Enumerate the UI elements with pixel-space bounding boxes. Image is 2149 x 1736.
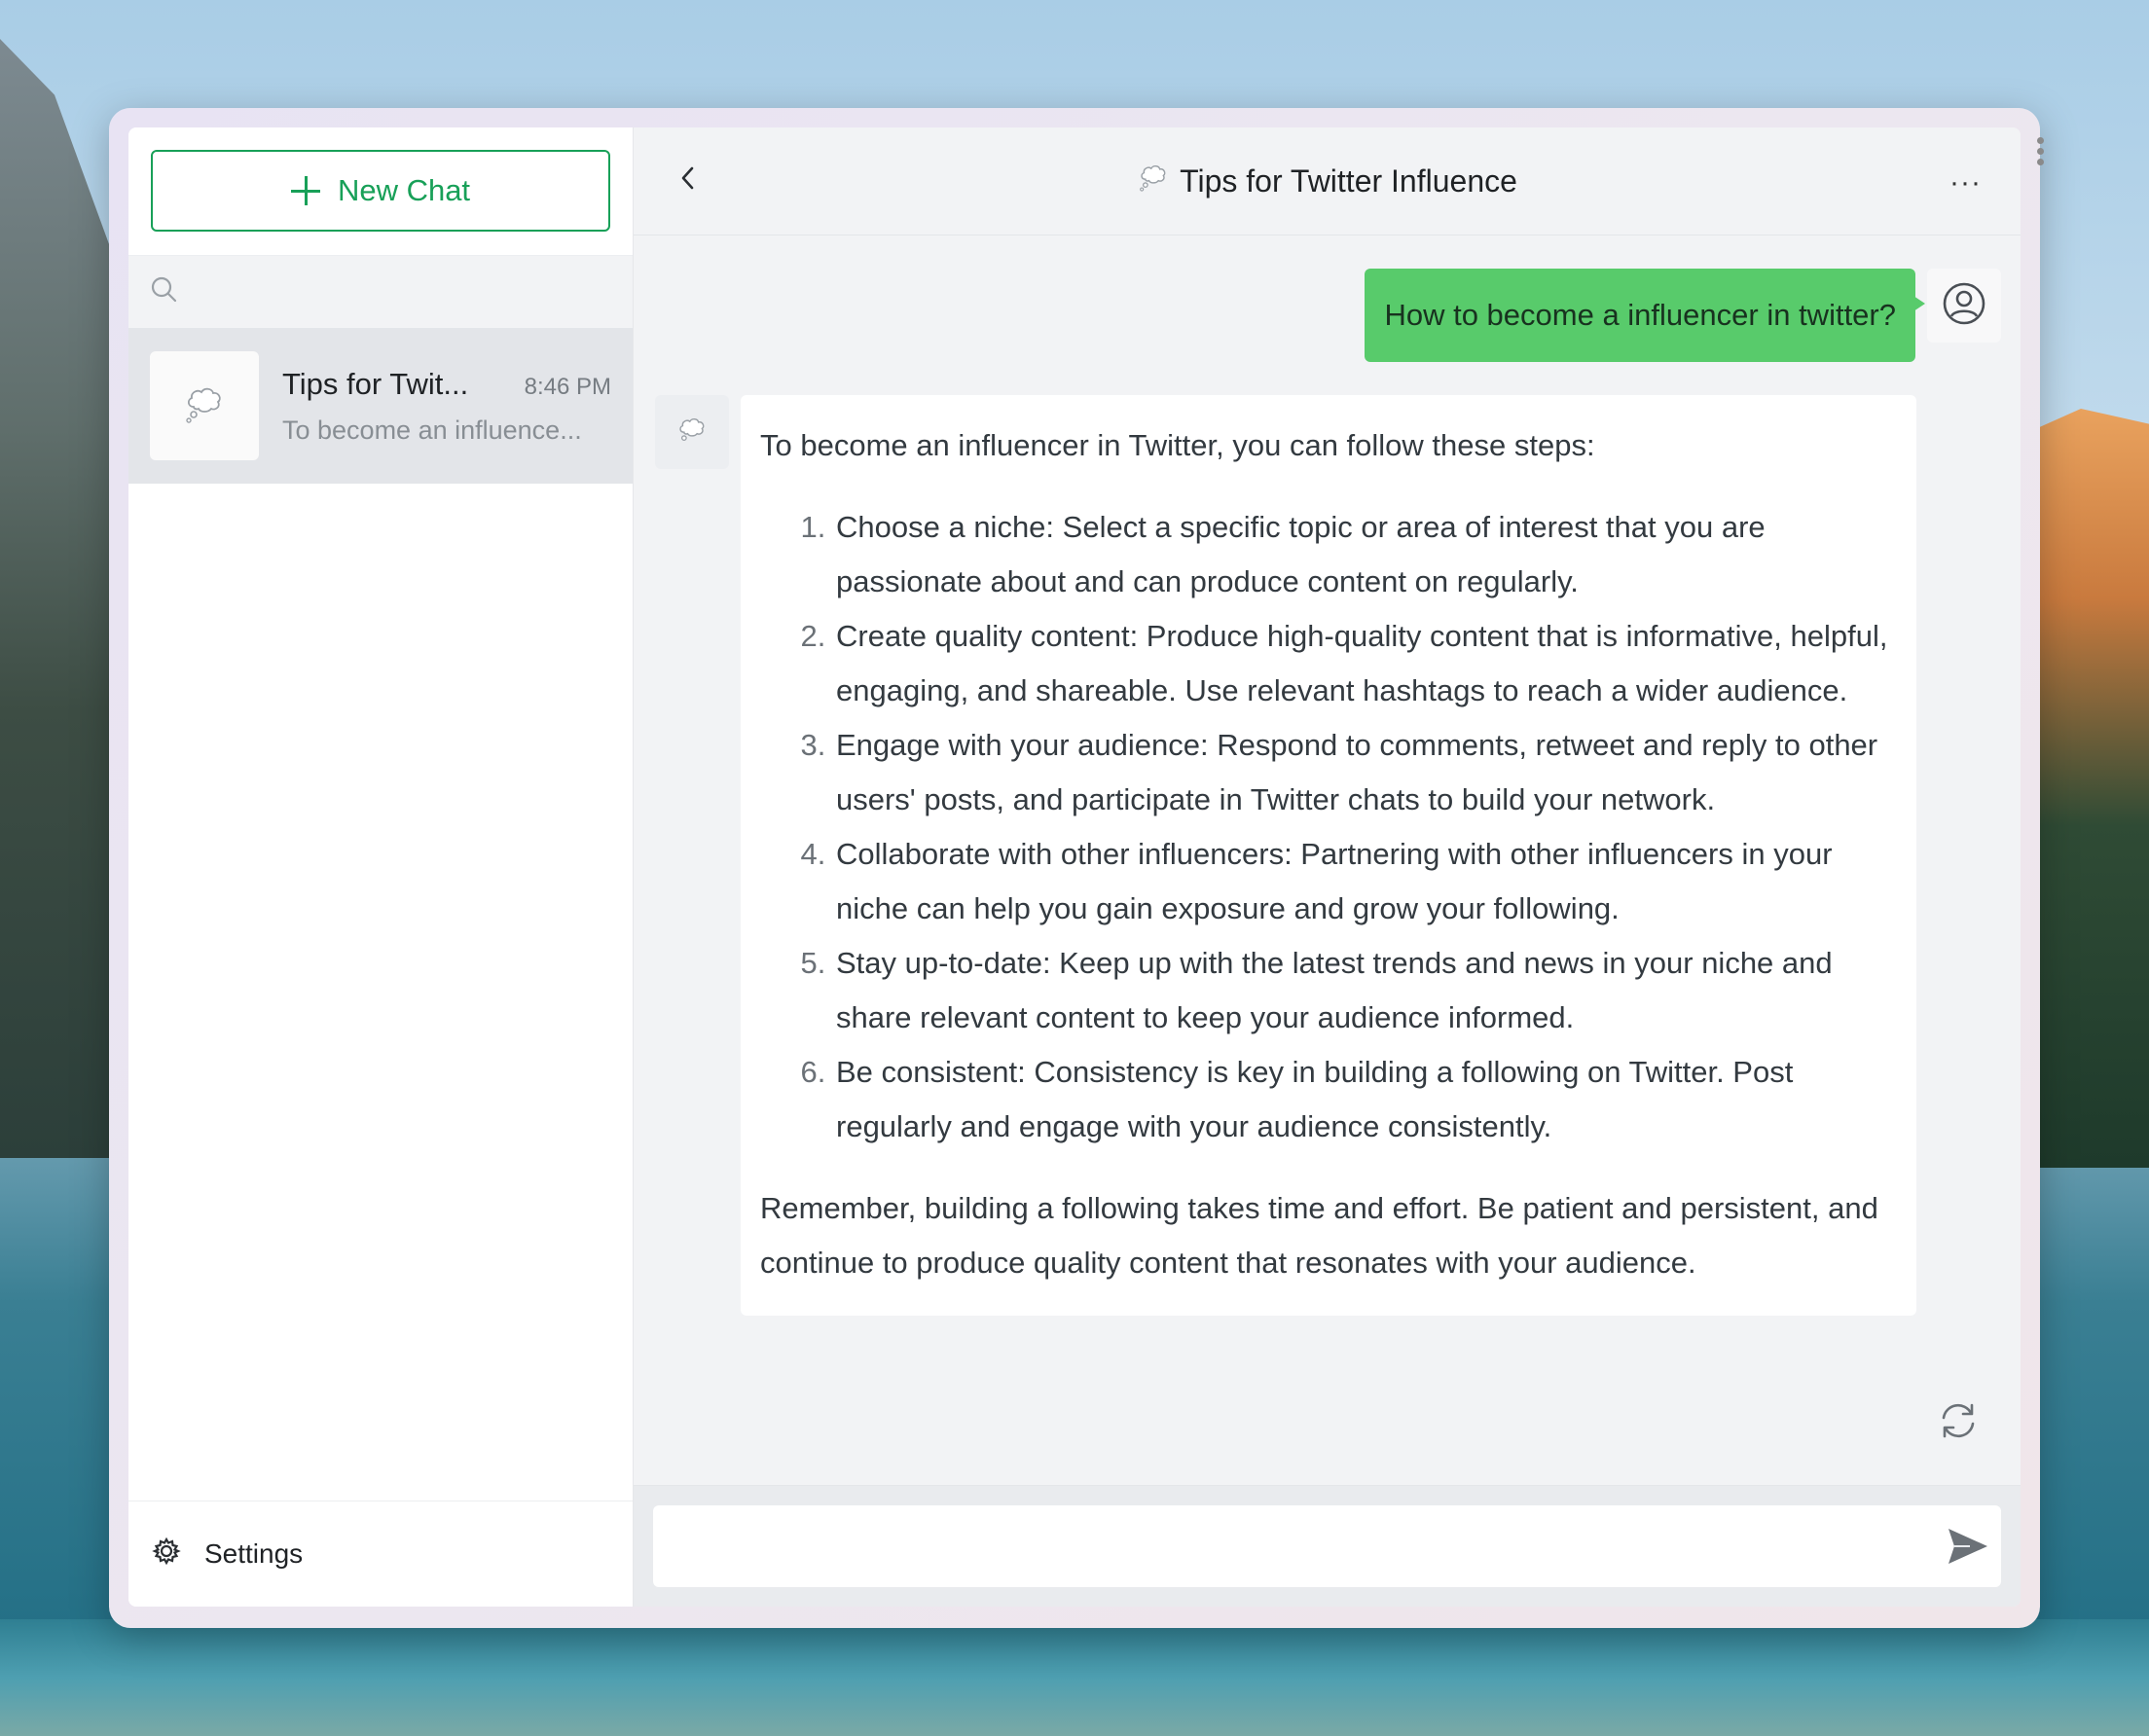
sidebar: New Chat Tips for Twit... 8:46 PM To bec… — [128, 127, 634, 1607]
window-drag-handle[interactable] — [2036, 137, 2044, 176]
search-input[interactable] — [191, 255, 633, 329]
list-item: Collaborate with other influencers: Part… — [834, 827, 1897, 936]
conversation-title: Tips for Twit... — [282, 366, 469, 401]
bot-message-outro: Remember, building a following takes tim… — [760, 1191, 1878, 1280]
bot-message-bubble: To become an influencer in Twitter, you … — [741, 395, 1916, 1316]
list-item: Engage with your audience: Respond to co… — [834, 718, 1897, 827]
send-icon — [1945, 1529, 1991, 1573]
app-container: New Chat Tips for Twit... 8:46 PM To bec… — [128, 127, 2021, 1607]
chat-header: Tips for Twitter Influence ··· — [634, 127, 2021, 235]
list-item: Stay up-to-date: Keep up with the latest… — [834, 936, 1897, 1045]
bot-message-intro: To become an influencer in Twitter, you … — [760, 428, 1595, 462]
user-message-bubble: How to become a influencer in twitter? — [1365, 269, 1925, 362]
thought-bubble-icon — [182, 381, 227, 431]
list-item: Create quality content: Produce high-qua… — [834, 609, 1897, 718]
back-button[interactable] — [671, 163, 706, 198]
thought-bubble-icon — [675, 414, 709, 452]
conversation-time: 8:46 PM — [524, 373, 611, 400]
user-avatar-icon — [1941, 280, 1987, 332]
thought-bubble-icon — [1137, 161, 1170, 201]
message-list: How to become a influencer in twitter? T… — [634, 235, 2021, 1485]
search-icon — [150, 275, 179, 309]
search-bar — [128, 255, 633, 329]
conversation-avatar — [150, 351, 259, 460]
bot-message-steps: Choose a niche: Select a specific topic … — [760, 500, 1897, 1154]
settings-label: Settings — [204, 1538, 304, 1569]
chat-title-text: Tips for Twitter Influence — [1180, 163, 1517, 199]
regenerate-button[interactable] — [1937, 1399, 1980, 1442]
list-item: Choose a niche: Select a specific topic … — [834, 500, 1897, 609]
app-window: New Chat Tips for Twit... 8:46 PM To bec… — [109, 108, 2044, 1628]
plus-icon — [290, 176, 320, 205]
chat-panel: Tips for Twitter Influence ··· How to be… — [634, 127, 2021, 1607]
send-button[interactable] — [1945, 1523, 1991, 1570]
conversation-preview: To become an influence... — [282, 415, 582, 445]
user-avatar — [1927, 269, 2001, 343]
composer — [634, 1485, 2021, 1607]
settings-button[interactable]: Settings — [128, 1501, 633, 1607]
message-input[interactable] — [653, 1505, 2001, 1587]
more-options-button[interactable]: ··· — [1949, 166, 1982, 199]
new-chat-button[interactable]: New Chat — [151, 150, 610, 232]
gear-icon — [152, 1537, 181, 1573]
bot-message-row: To become an influencer in Twitter, you … — [655, 395, 1916, 1316]
new-chat-section: New Chat — [128, 127, 633, 256]
bot-avatar — [655, 395, 729, 469]
new-chat-label: New Chat — [337, 173, 471, 207]
list-item: Be consistent: Consistency is key in bui… — [834, 1045, 1897, 1154]
back-chevron-icon — [677, 164, 699, 197]
refresh-icon — [1937, 1403, 1980, 1446]
chat-title: Tips for Twitter Influence — [1137, 161, 1517, 201]
conversation-text: Tips for Twit... 8:46 PM To become an in… — [282, 367, 611, 446]
user-message-row: How to become a influencer in twitter? — [1365, 269, 2001, 362]
background-lake — [0, 1619, 2149, 1736]
conversation-item[interactable]: Tips for Twit... 8:46 PM To become an in… — [128, 328, 633, 484]
